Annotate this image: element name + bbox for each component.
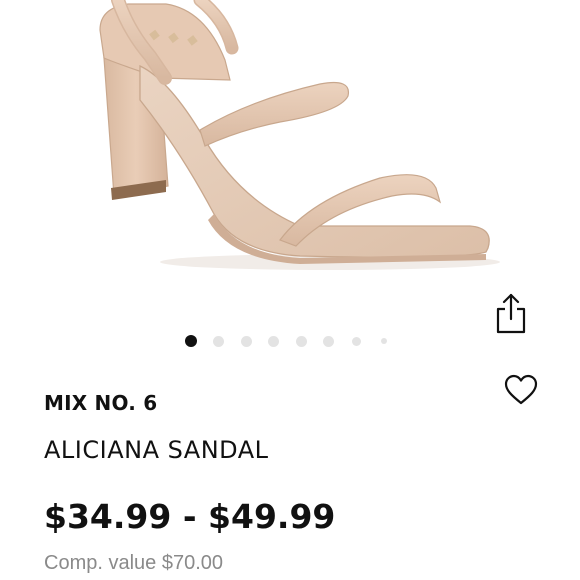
carousel-dot[interactable]	[268, 335, 279, 347]
carousel-dot[interactable]	[240, 335, 252, 347]
heart-icon	[504, 374, 538, 405]
share-icon	[496, 293, 526, 334]
carousel-dot[interactable]	[323, 335, 334, 347]
carousel-dot[interactable]	[380, 338, 387, 344]
carousel-dot[interactable]	[295, 335, 307, 347]
share-button[interactable]	[494, 291, 528, 335]
carousel-dots[interactable]	[185, 334, 405, 348]
product-title: ALICIANA SANDAL	[44, 436, 269, 464]
sandal-illustration: ◆ ◆ ◆	[99, 0, 500, 270]
favorite-button[interactable]	[503, 374, 539, 406]
carousel-dot[interactable]	[213, 335, 224, 347]
carousel-dot[interactable]	[351, 336, 361, 346]
product-image[interactable]: ◆ ◆ ◆	[0, 0, 580, 285]
carousel-dot-active[interactable]	[185, 335, 197, 347]
brand-name[interactable]: MIX NO. 6	[44, 391, 157, 415]
product-page: ◆ ◆ ◆ MIX NO. 6 ALICIANA SANDAL $34.99 -…	[0, 0, 580, 580]
comp-value: Comp. value $70.00	[44, 552, 224, 574]
price-range: $34.99 - $49.99	[44, 497, 336, 536]
